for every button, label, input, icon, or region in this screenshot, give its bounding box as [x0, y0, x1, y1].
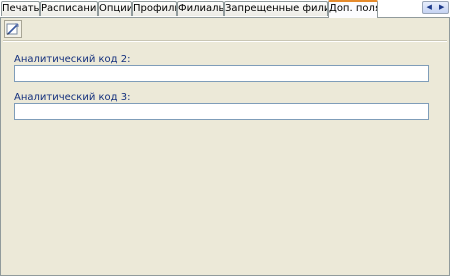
analytic-code-3-label: Аналитический код 3:: [14, 92, 131, 103]
chevron-left-icon[interactable]: ◀: [423, 2, 436, 13]
analytic-code-3-input[interactable]: [14, 103, 429, 120]
tab-strip: Печать Расписание Опции Профили Филиалы …: [0, 0, 450, 18]
extra-fields-panel: Аналитический код 2: Аналитический код 3…: [0, 17, 450, 276]
edit-button[interactable]: [4, 20, 22, 38]
tab-profiles[interactable]: Профили: [132, 1, 177, 16]
tab-options[interactable]: Опции: [98, 1, 132, 16]
edit-pencil-icon: [6, 23, 19, 35]
analytic-code-2-input[interactable]: [14, 65, 429, 82]
tab-extra-fields[interactable]: Доп. поля: [328, 0, 378, 18]
tab-branches[interactable]: Филиалы: [177, 1, 224, 16]
tab-scroll-buttons: ◀ ▶: [422, 1, 449, 14]
tab-forbidden-branches[interactable]: Запрещенные филиалы: [224, 1, 328, 16]
toolbar-separator: [3, 40, 447, 42]
analytic-code-2-label: Аналитический код 2:: [14, 54, 131, 65]
tab-schedule[interactable]: Расписание: [40, 1, 98, 16]
chevron-right-icon[interactable]: ▶: [436, 2, 449, 13]
tab-print[interactable]: Печать: [1, 1, 40, 16]
